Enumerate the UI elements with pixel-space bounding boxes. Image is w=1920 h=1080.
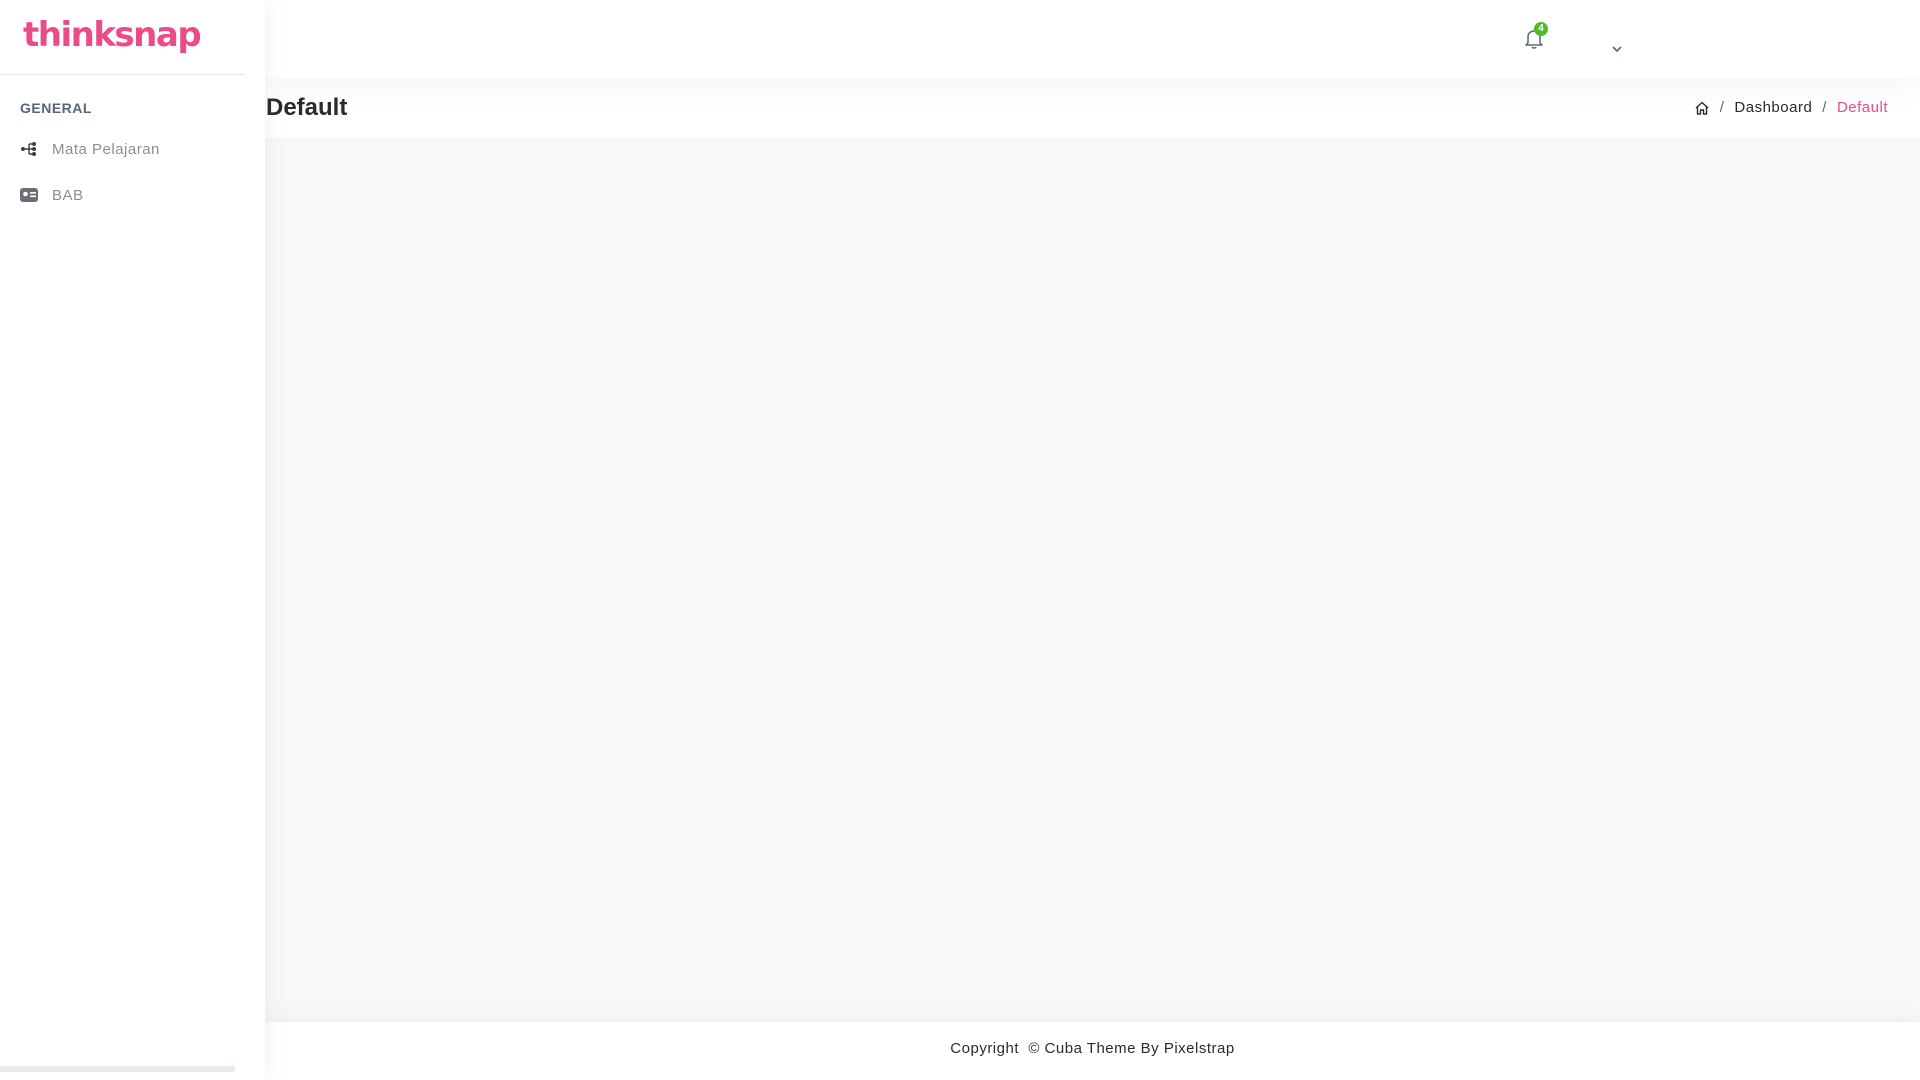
page-title-bar: Default / Dashboard / Default [265, 78, 1920, 138]
sidebar-menu: Mata Pelajaran BAB [0, 126, 265, 218]
breadcrumb-separator: / [1822, 99, 1827, 116]
logo-area: thinksnap [0, 0, 245, 75]
sidebar-item-bab[interactable]: BAB [0, 172, 265, 218]
id-card-icon [20, 186, 38, 204]
sidebar: thinksnap GENERAL Mata Pelajaran BAB [0, 0, 265, 1080]
brand-logo[interactable]: thinksnap [23, 18, 222, 52]
chevron-down-icon[interactable] [1610, 42, 1624, 56]
sidebar-item-label: Mata Pelajaran [52, 140, 160, 158]
breadcrumb: / Dashboard / Default [1694, 99, 1888, 116]
breadcrumb-default: Default [1836, 99, 1888, 116]
home-icon[interactable] [1694, 100, 1710, 116]
main-content [265, 138, 1920, 1022]
sidebar-item-mata-pelajaran[interactable]: Mata Pelajaran [0, 126, 265, 172]
breadcrumb-dashboard[interactable]: Dashboard [1734, 99, 1812, 116]
sidebar-scrollbar[interactable] [0, 1066, 235, 1072]
footer-copyright: Copyright © Cuba Theme By Pixelstrap [950, 1040, 1235, 1057]
sidebar-section-heading: GENERAL [20, 100, 92, 116]
page-title: Default [266, 94, 348, 121]
breadcrumb-separator: / [1719, 99, 1725, 116]
notification-badge: 4 [1534, 22, 1548, 36]
sidebar-item-label: BAB [52, 186, 84, 204]
top-header [265, 0, 1920, 78]
footer: Copyright © Cuba Theme By Pixelstrap [265, 1022, 1920, 1080]
tree-icon [20, 140, 38, 158]
